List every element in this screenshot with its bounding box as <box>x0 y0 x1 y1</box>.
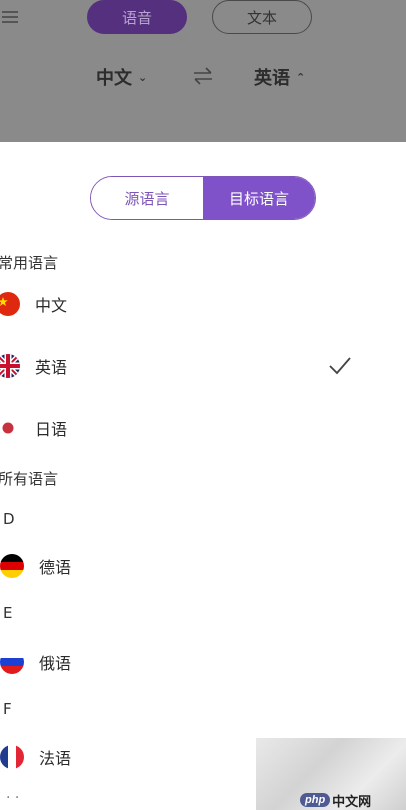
list-item-japanese[interactable]: 日语 <box>0 406 406 450</box>
menu-icon[interactable] <box>2 8 18 24</box>
list-item-label: 中文 <box>35 296 68 315</box>
list-item-label: 法语 <box>39 749 72 768</box>
common-languages-title: 常用语言 <box>0 254 59 272</box>
more-indicator: · · <box>6 790 20 806</box>
france-flag-icon <box>0 745 24 769</box>
source-language-selector[interactable]: 中文 ⌄ <box>96 64 147 90</box>
language-segment-control: 源语言 目标语言 <box>90 176 316 220</box>
swap-arrows-icon[interactable] <box>192 66 214 86</box>
language-picker-sheet: 源语言 目标语言 常用语言 中文 英语 日语 所有语言 D 德语 E 俄语 F … <box>0 142 406 810</box>
list-item-russian[interactable]: 俄语 <box>0 640 406 684</box>
chevron-down-icon: ⌄ <box>138 70 148 84</box>
tab-text[interactable]: 文本 <box>212 0 312 34</box>
source-language-label: 中文 <box>96 68 132 89</box>
russia-flag-icon <box>0 650 24 674</box>
list-item-label: 俄语 <box>39 654 72 673</box>
list-item-label: 日语 <box>35 420 68 439</box>
all-languages-title: 所有语言 <box>0 470 59 488</box>
group-letter: E <box>3 604 13 622</box>
japan-flag-icon <box>0 416 20 440</box>
germany-flag-icon <box>0 554 24 578</box>
list-item-chinese[interactable]: 中文 <box>0 282 406 326</box>
list-item-label: 德语 <box>39 558 72 577</box>
uk-flag-icon <box>0 354 20 378</box>
group-letter: F <box>3 700 12 718</box>
segment-target-language[interactable]: 目标语言 <box>203 177 315 219</box>
list-item-label: 英语 <box>35 358 68 377</box>
chevron-up-icon: ⌃ <box>296 70 306 84</box>
watermark-logo: php 中文网 <box>300 790 371 810</box>
tab-voice[interactable]: 语音 <box>87 0 187 34</box>
list-item-german[interactable]: 德语 <box>0 544 406 588</box>
checkmark-icon <box>329 357 351 375</box>
group-letter: D <box>3 510 15 528</box>
list-item-english[interactable]: 英语 <box>0 344 406 388</box>
china-flag-icon <box>0 292 20 316</box>
watermark-site: 中文网 <box>332 794 372 810</box>
target-language-selector[interactable]: 英语 ⌃ <box>254 64 305 90</box>
target-language-label: 英语 <box>254 68 290 89</box>
dimmed-header: 语音 文本 中文 ⌄ 英语 ⌃ <box>0 0 406 142</box>
segment-source-language[interactable]: 源语言 <box>91 177 203 219</box>
watermark-badge: php <box>300 793 331 807</box>
